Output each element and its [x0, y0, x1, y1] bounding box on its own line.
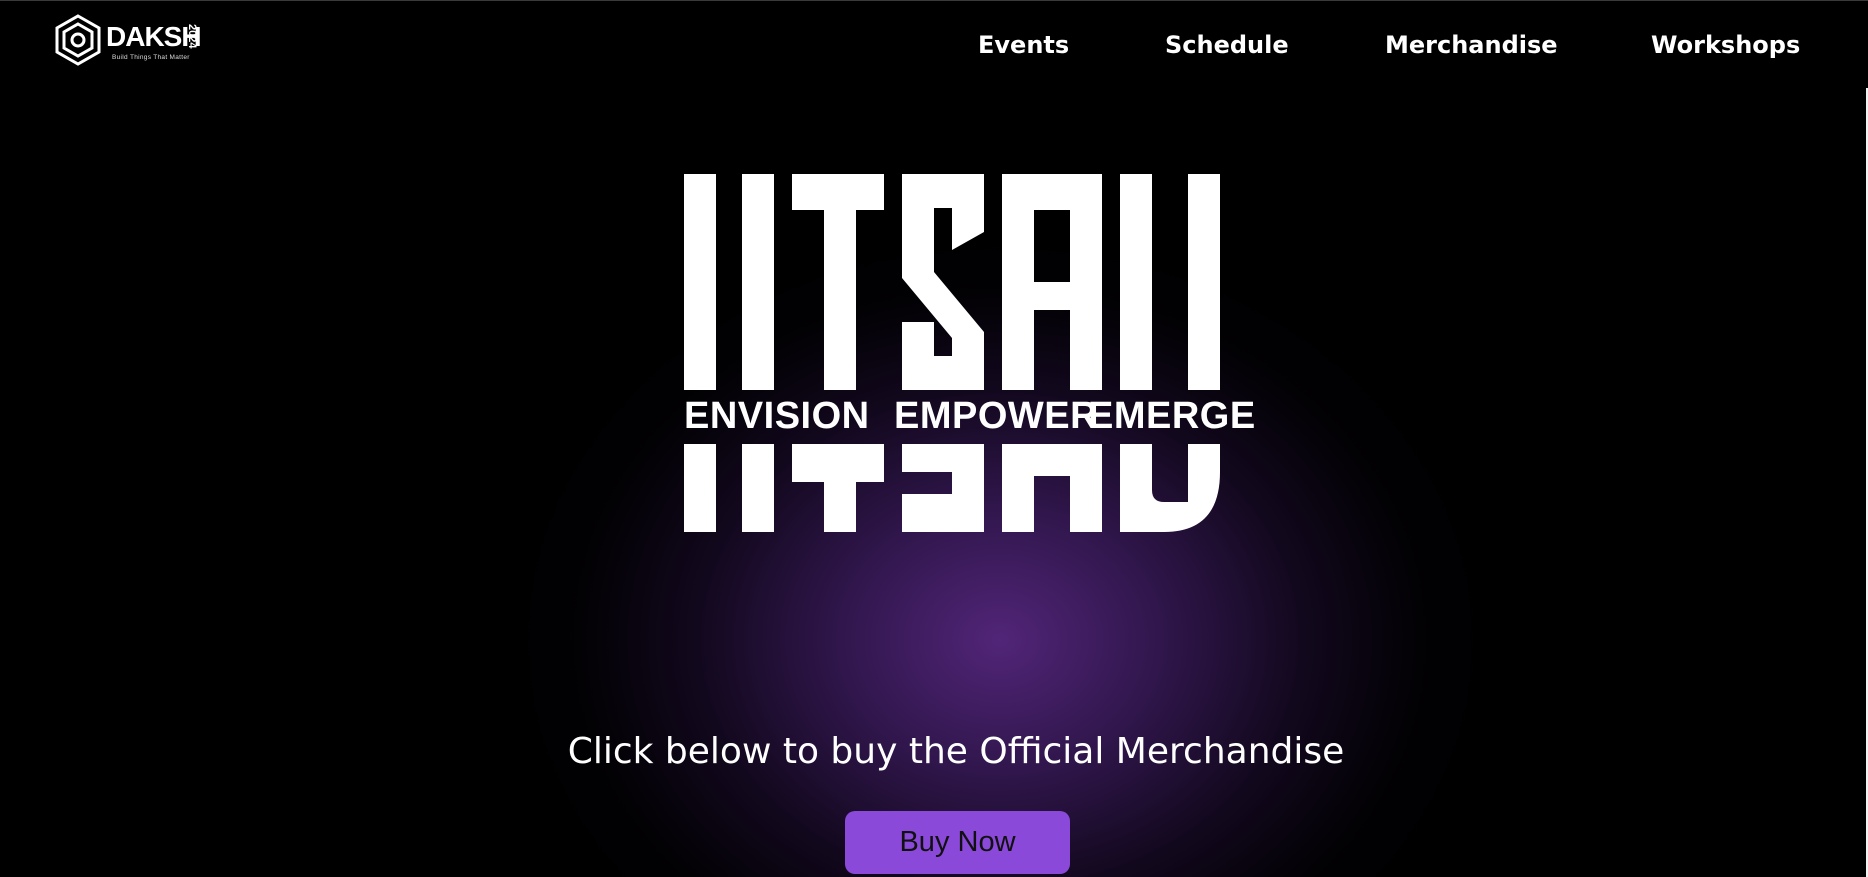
hexagon-logo-icon	[55, 14, 101, 66]
nav-schedule-link[interactable]: Schedule	[1165, 28, 1289, 62]
utsav-logotype	[684, 174, 1220, 532]
merchandise-cta-text: Click below to buy the Official Merchand…	[567, 731, 1345, 772]
buy-now-button[interactable]: Buy Now	[845, 811, 1070, 874]
nav-workshops-link[interactable]: Workshops	[1651, 28, 1800, 62]
hero-tagline-envision: ENVISION	[684, 395, 870, 437]
hero-tagline-emerge: EMERGE	[1088, 395, 1256, 437]
hero-tagline-empower: EMPOWER	[894, 395, 1099, 437]
hero-logotype: ENVISION EMPOWER EMERGE	[684, 172, 1255, 536]
logo-year: 2024	[186, 24, 198, 49]
nav-events-link[interactable]: Events	[978, 28, 1069, 62]
top-border	[0, 0, 1868, 1]
nav-merchandise-link[interactable]: Merchandise	[1385, 28, 1558, 62]
logo-tagline: Build Things That Matter	[112, 54, 190, 61]
site-logo[interactable]: DAKSH 2024 Build Things That Matter	[54, 14, 214, 66]
